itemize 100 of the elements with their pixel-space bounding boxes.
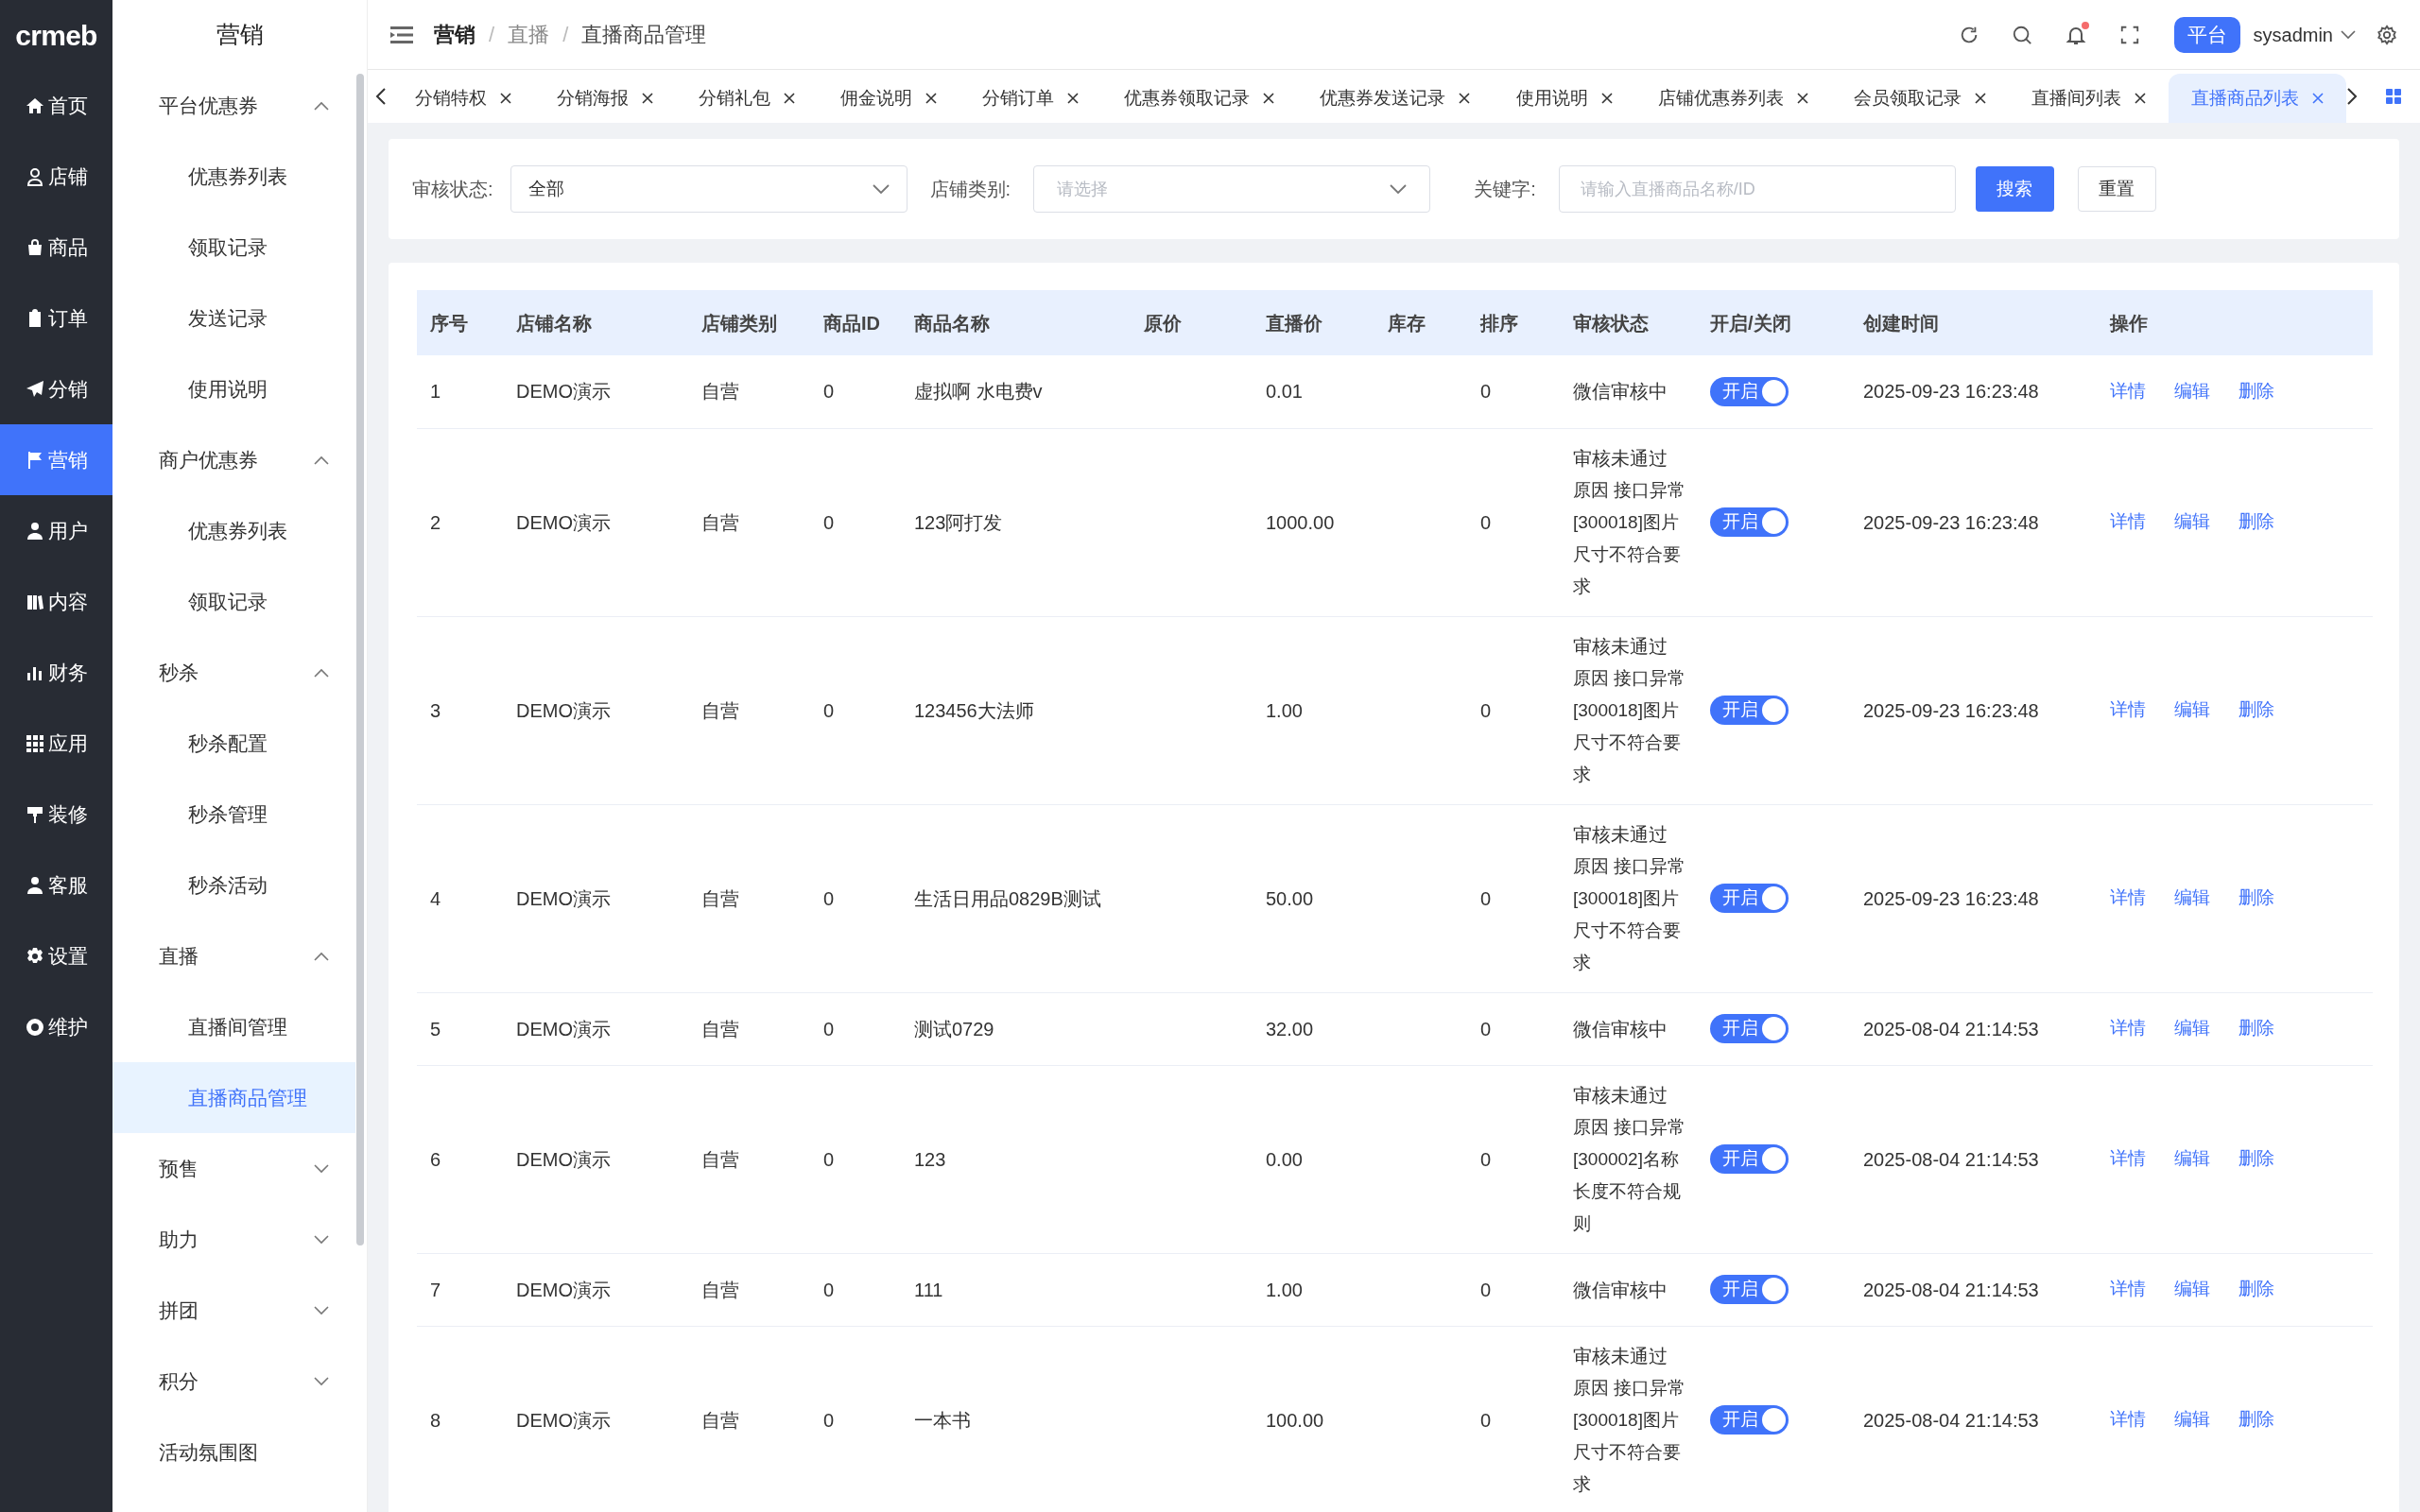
tab[interactable]: 分销特权: [392, 74, 534, 123]
submenu-item[interactable]: 发送记录: [112, 283, 355, 353]
nav-item[interactable]: 分销: [0, 353, 112, 424]
reset-button[interactable]: 重置: [2077, 166, 2156, 212]
tab[interactable]: 直播商品列表: [2168, 74, 2346, 123]
breadcrumb-item[interactable]: 直播: [508, 19, 550, 50]
submenu-item[interactable]: 使用说明: [112, 353, 355, 424]
submenu-group[interactable]: 秒杀: [112, 637, 367, 708]
settings-icon[interactable]: [2377, 24, 2397, 45]
nav-item[interactable]: 应用: [0, 708, 112, 779]
nav-item[interactable]: 订单: [0, 283, 112, 353]
tab[interactable]: 佣金说明: [818, 74, 960, 123]
breadcrumb-item[interactable]: 营销: [434, 19, 475, 50]
submenu-item[interactable]: 优惠券列表: [112, 495, 355, 566]
search-icon[interactable]: [2011, 24, 2032, 45]
tab[interactable]: 店铺优惠券列表: [1634, 74, 1831, 123]
action-link[interactable]: 详情: [2110, 1406, 2146, 1434]
action-link[interactable]: 删除: [2238, 1015, 2274, 1042]
action-link[interactable]: 详情: [2110, 378, 2146, 405]
close-icon[interactable]: [2134, 93, 2146, 104]
tab[interactable]: 分销海报: [534, 74, 677, 123]
submenu-item[interactable]: 秒杀配置: [112, 708, 355, 779]
toggle-switch[interactable]: 开启: [1710, 1014, 1789, 1043]
submenu-item[interactable]: 直播间管理: [112, 991, 355, 1062]
tab[interactable]: 分销订单: [959, 74, 1102, 123]
action-link[interactable]: 编辑: [2174, 885, 2210, 912]
scrollbar[interactable]: [356, 74, 364, 1246]
close-icon[interactable]: [784, 93, 796, 104]
close-icon[interactable]: [1459, 93, 1471, 104]
tab[interactable]: 优惠券领取记录: [1101, 74, 1298, 123]
nav-item[interactable]: 商品: [0, 212, 112, 283]
toggle-switch[interactable]: 开启: [1710, 1144, 1789, 1174]
action-link[interactable]: 编辑: [2174, 1276, 2210, 1303]
submenu-item[interactable]: 优惠券列表: [112, 141, 355, 212]
action-link[interactable]: 删除: [2238, 885, 2274, 912]
action-link[interactable]: 详情: [2110, 696, 2146, 724]
nav-item[interactable]: 客服: [0, 850, 112, 920]
action-link[interactable]: 详情: [2110, 1276, 2146, 1303]
action-link[interactable]: 编辑: [2174, 1145, 2210, 1173]
tab[interactable]: 会员领取记录: [1830, 74, 2009, 123]
submenu-item[interactable]: 秒杀活动: [112, 850, 355, 920]
action-link[interactable]: 详情: [2110, 508, 2146, 536]
user-menu[interactable]: sysadmin: [2253, 20, 2356, 49]
action-link[interactable]: 删除: [2238, 378, 2274, 405]
nav-item[interactable]: 维护: [0, 991, 112, 1062]
action-link[interactable]: 编辑: [2174, 508, 2210, 536]
close-icon[interactable]: [1600, 93, 1613, 104]
submenu-group[interactable]: 直播: [112, 920, 367, 991]
action-link[interactable]: 删除: [2238, 1145, 2274, 1173]
close-icon[interactable]: [1974, 93, 1986, 104]
platform-button[interactable]: 平台: [2173, 16, 2240, 53]
fullscreen-icon[interactable]: [2118, 24, 2140, 45]
tab[interactable]: 使用说明: [1493, 74, 1635, 123]
toggle-switch[interactable]: 开启: [1710, 884, 1789, 913]
nav-item[interactable]: 首页: [0, 70, 112, 141]
nav-item[interactable]: 用户: [0, 495, 112, 566]
search-button[interactable]: 搜索: [1975, 166, 2054, 212]
submenu-item[interactable]: 领取记录: [112, 566, 355, 637]
nav-item[interactable]: 设置: [0, 920, 112, 991]
toggle-switch[interactable]: 开启: [1710, 507, 1789, 537]
action-link[interactable]: 删除: [2238, 1276, 2274, 1303]
submenu-item[interactable]: 领取记录: [112, 212, 355, 283]
chevron-left-icon[interactable]: [375, 87, 387, 106]
submenu-group[interactable]: 平台优惠券: [112, 70, 367, 141]
submenu-group[interactable]: 商户优惠券: [112, 424, 367, 495]
nav-item[interactable]: 装修: [0, 779, 112, 850]
action-link[interactable]: 编辑: [2174, 378, 2210, 405]
action-link[interactable]: 删除: [2238, 696, 2274, 724]
action-link[interactable]: 删除: [2238, 508, 2274, 536]
close-icon[interactable]: [1796, 93, 1808, 104]
tab[interactable]: 优惠券发送记录: [1297, 74, 1494, 123]
nav-item[interactable]: 营销: [0, 424, 112, 495]
toggle-switch[interactable]: 开启: [1710, 1405, 1789, 1435]
nav-item[interactable]: 店铺: [0, 141, 112, 212]
close-icon[interactable]: [1067, 93, 1080, 104]
action-link[interactable]: 编辑: [2174, 1406, 2210, 1434]
menu-icon[interactable]: [390, 24, 413, 45]
action-link[interactable]: 编辑: [2174, 1015, 2210, 1042]
action-link[interactable]: 详情: [2110, 885, 2146, 912]
submenu-item[interactable]: 秒杀管理: [112, 779, 355, 850]
action-link[interactable]: 删除: [2238, 1406, 2274, 1434]
action-link[interactable]: 详情: [2110, 1145, 2146, 1173]
toggle-switch[interactable]: 开启: [1710, 376, 1789, 406]
toggle-switch[interactable]: 开启: [1710, 1275, 1789, 1304]
submenu-group[interactable]: 拼团: [112, 1275, 367, 1346]
submenu-group[interactable]: 助力: [112, 1204, 367, 1275]
tab[interactable]: 分销礼包: [676, 74, 819, 123]
status-select[interactable]: 全部: [510, 165, 908, 213]
submenu-item[interactable]: 活动氛围图: [112, 1417, 355, 1487]
action-link[interactable]: 编辑: [2174, 696, 2210, 724]
nav-item[interactable]: 财务: [0, 637, 112, 708]
keyword-input[interactable]: 请输入直播商品名称/ID: [1558, 165, 1956, 213]
close-icon[interactable]: [925, 93, 938, 104]
submenu-group[interactable]: 预售: [112, 1133, 367, 1204]
close-icon[interactable]: [1263, 93, 1275, 104]
close-icon[interactable]: [642, 93, 654, 104]
submenu-group[interactable]: 积分: [112, 1346, 367, 1417]
action-link[interactable]: 详情: [2110, 1015, 2146, 1042]
submenu-item[interactable]: 直播商品管理: [112, 1062, 355, 1133]
chevron-right-icon[interactable]: [2346, 87, 2358, 106]
